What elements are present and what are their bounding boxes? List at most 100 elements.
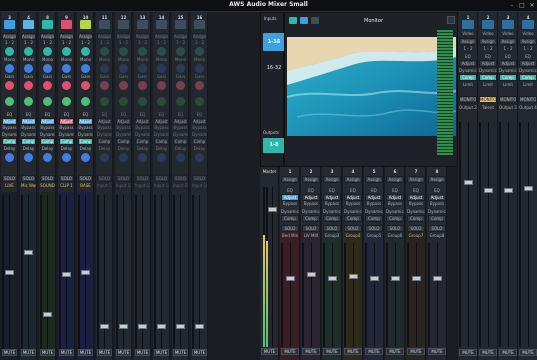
solo-button[interactable]: SOLO <box>173 175 188 182</box>
bus-eq-adjust-button[interactable]: Adjust <box>344 194 362 201</box>
channel-fader[interactable] <box>100 324 109 329</box>
gain-knob[interactable] <box>195 81 204 90</box>
mode-knob[interactable] <box>100 64 109 73</box>
mute-button[interactable]: MUTE <box>116 349 131 356</box>
delay-knob[interactable] <box>138 153 147 162</box>
bus-mute-button[interactable]: MUTE <box>386 348 404 355</box>
route-assign-button[interactable]: Assign <box>59 33 74 40</box>
solo-button[interactable]: SOLO <box>135 175 150 182</box>
output-limit-button[interactable]: Limit <box>459 82 477 87</box>
comp-button[interactable]: Comp <box>116 138 131 145</box>
solo-button[interactable]: SOLO <box>59 175 74 182</box>
pan-knob[interactable] <box>157 47 166 56</box>
mode-knob[interactable] <box>157 64 166 73</box>
eq-adjust-button[interactable]: Adjust <box>2 118 17 125</box>
eq-adjust-button[interactable]: Adjust <box>21 118 36 125</box>
comp-button[interactable]: Comp <box>154 138 169 145</box>
route-assign-button[interactable]: Assign <box>135 33 150 40</box>
gain-knob[interactable] <box>24 81 33 90</box>
bus-solo-button[interactable]: SOLO <box>407 225 425 232</box>
gain-knob[interactable] <box>81 81 90 90</box>
output-eq-adjust-button[interactable]: Adjust <box>519 60 537 67</box>
gain-knob[interactable] <box>138 81 147 90</box>
output-assign-button[interactable]: Assign <box>479 38 497 45</box>
bus-solo-button[interactable]: SOLO <box>386 225 404 232</box>
output-assign-button[interactable]: Assign <box>459 38 477 45</box>
comp-button[interactable]: Comp <box>192 138 207 145</box>
output-fader[interactable] <box>524 186 533 191</box>
comp-button[interactable]: Comp <box>173 138 188 145</box>
mute-button[interactable]: MUTE <box>21 349 36 356</box>
trim-knob[interactable] <box>43 97 52 106</box>
eq-bypass-button[interactable]: Bypass <box>192 125 207 130</box>
mode-knob[interactable] <box>195 64 204 73</box>
output-assign-button[interactable]: Assign <box>499 38 517 45</box>
trim-knob[interactable] <box>157 97 166 106</box>
channel-fader[interactable] <box>5 270 14 275</box>
mute-button[interactable]: MUTE <box>154 349 169 356</box>
route-assign-button[interactable]: Assign <box>154 33 169 40</box>
output-assign-button[interactable]: Assign <box>519 38 537 45</box>
trim-knob[interactable] <box>100 97 109 106</box>
solo-button[interactable]: SOLO <box>97 175 112 182</box>
delay-knob[interactable] <box>176 153 185 162</box>
maximize-icon[interactable]: □ <box>518 1 526 10</box>
mode-knob[interactable] <box>43 64 52 73</box>
eq-adjust-button[interactable]: Adjust <box>192 118 207 125</box>
bus-assign-button[interactable]: Assign <box>281 176 299 183</box>
bus-mute-button[interactable]: MUTE <box>365 348 383 355</box>
close-icon[interactable]: ✕ <box>528 1 536 10</box>
gain-knob[interactable] <box>43 81 52 90</box>
delay-knob[interactable] <box>100 153 109 162</box>
bus-bypass-button[interactable]: Bypass <box>323 201 341 206</box>
bus-comp-button[interactable]: Comp <box>365 215 383 222</box>
mute-button[interactable]: MUTE <box>97 349 112 356</box>
mode-knob[interactable] <box>62 64 71 73</box>
channel-fader[interactable] <box>43 312 52 317</box>
bus-fader[interactable] <box>433 276 442 281</box>
pan-knob[interactable] <box>138 47 147 56</box>
bus-fader[interactable] <box>349 274 358 279</box>
output-eq-adjust-button[interactable]: Adjust <box>459 60 477 67</box>
speaker-icon[interactable] <box>300 17 308 24</box>
bus-solo-button[interactable]: SOLO <box>365 225 383 232</box>
comp-button[interactable]: Comp <box>97 138 112 145</box>
pan-knob[interactable] <box>5 47 14 56</box>
bus-assign-button[interactable]: Assign <box>302 176 320 183</box>
mode-knob[interactable] <box>138 64 147 73</box>
bus-eq-adjust-button[interactable]: Adjust <box>281 194 299 201</box>
pan-knob[interactable] <box>119 47 128 56</box>
eq-bypass-button[interactable]: Bypass <box>2 125 17 130</box>
eq-adjust-button[interactable]: Adjust <box>78 118 93 125</box>
grid-icon[interactable] <box>311 17 319 24</box>
bus-fader[interactable] <box>370 276 379 281</box>
bus-bypass-button[interactable]: Bypass <box>365 201 383 206</box>
trim-knob[interactable] <box>176 97 185 106</box>
output-fader[interactable] <box>464 180 473 185</box>
eq-bypass-button[interactable]: Bypass <box>59 125 74 130</box>
route-assign-button[interactable]: Assign <box>173 33 188 40</box>
gain-knob[interactable] <box>100 81 109 90</box>
comp-button[interactable]: Comp <box>21 138 36 145</box>
gain-knob[interactable] <box>62 81 71 90</box>
delay-knob[interactable] <box>157 153 166 162</box>
bus-solo-button[interactable]: SOLO <box>302 225 320 232</box>
solo-button[interactable]: SOLO <box>2 175 17 182</box>
output-monitor-button[interactable]: MONITOR <box>519 96 537 103</box>
bus-eq-adjust-button[interactable]: Adjust <box>386 194 404 201</box>
bus-fader[interactable] <box>412 276 421 281</box>
delay-knob[interactable] <box>119 153 128 162</box>
mode-knob[interactable] <box>81 64 90 73</box>
bus-fader[interactable] <box>391 276 400 281</box>
delay-knob[interactable] <box>81 153 90 162</box>
output-mute-button[interactable]: MUTE <box>459 349 477 356</box>
trim-knob[interactable] <box>24 97 33 106</box>
comp-button[interactable]: Comp <box>40 138 55 145</box>
output-mute-button[interactable]: MUTE <box>519 349 537 356</box>
bus-solo-button[interactable]: SOLO <box>428 225 446 232</box>
bus-bypass-button[interactable]: Bypass <box>407 201 425 206</box>
bus-assign-button[interactable]: Assign <box>344 176 362 183</box>
bus-bypass-button[interactable]: Bypass <box>386 201 404 206</box>
bus-bypass-button[interactable]: Bypass <box>344 201 362 206</box>
bus-solo-button[interactable]: SOLO <box>344 225 362 232</box>
